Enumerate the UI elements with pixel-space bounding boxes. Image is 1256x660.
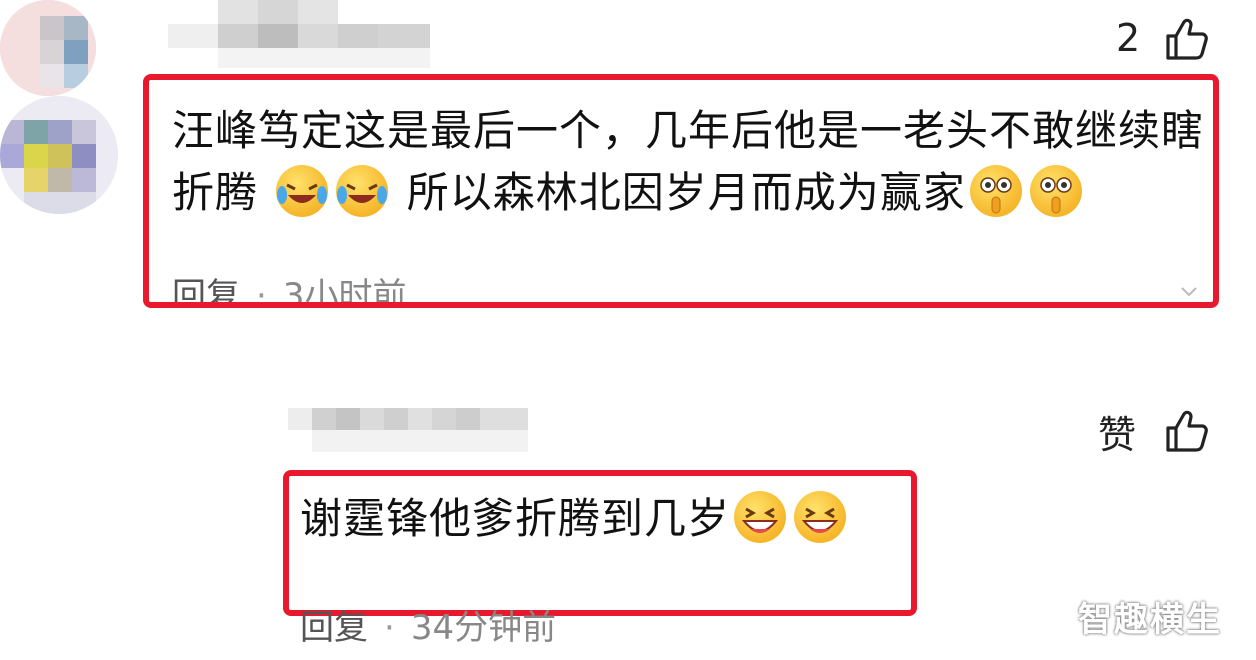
like-label[interactable]: 赞 <box>1098 404 1136 459</box>
reply-link[interactable]: 回复 <box>172 276 240 302</box>
shh-emoji <box>1029 165 1082 217</box>
comment-text: 汪峰笃定这是最后一个，几年后他是一老头不敢继续瞎折腾 所以森林北因岁月而成为赢家 <box>172 100 1208 224</box>
watermark: 智趣横生 <box>1078 600 1222 640</box>
timestamp: 34分钟前 <box>410 608 557 648</box>
timestamp: 3小时前 <box>282 276 407 302</box>
username-blurred[interactable] <box>288 400 528 460</box>
grin-emoji <box>734 491 787 543</box>
shh-emoji <box>969 165 1022 217</box>
comment-text-body: 谢霆锋他爹折腾到几岁 <box>300 494 731 543</box>
like-count: 2 <box>1116 16 1141 60</box>
comment-meta: 回复 · 34分钟前 <box>300 600 556 649</box>
thumbs-up-icon[interactable] <box>1164 16 1210 62</box>
avatar-pixelated-image <box>0 96 118 214</box>
meta-separator: · <box>384 608 395 648</box>
avatar[interactable] <box>0 96 118 214</box>
comment-meta: 回复 · 3小时前 <box>172 268 406 302</box>
avatar[interactable] <box>0 0 96 96</box>
grin-emoji <box>794 491 847 543</box>
reply-link[interactable]: 回复 <box>300 608 368 648</box>
thumbs-up-icon[interactable] <box>1164 408 1210 454</box>
meta-separator: · <box>256 276 267 302</box>
comment-text-part2: 所以森林北因岁月而成为赢家 <box>406 168 966 217</box>
laugh-cry-emoji <box>276 165 329 217</box>
laugh-cry-emoji <box>336 165 389 217</box>
comment-text: 谢霆锋他爹折腾到几岁 <box>300 488 910 550</box>
chevron-down-icon[interactable] <box>1180 282 1198 300</box>
username-blurred[interactable] <box>168 0 430 70</box>
avatar-pixelated-image <box>0 0 96 96</box>
